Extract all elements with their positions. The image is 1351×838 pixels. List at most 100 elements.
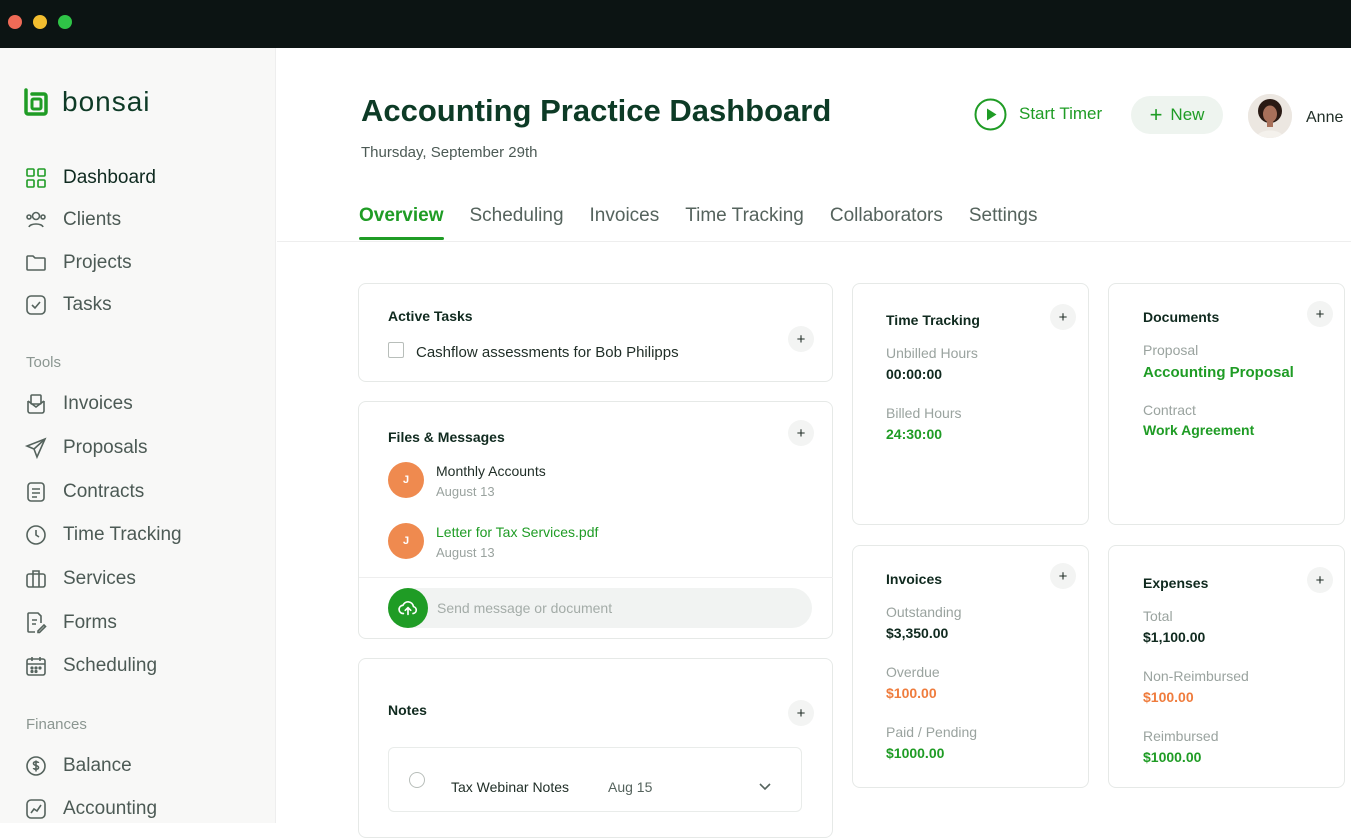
clock-icon: [26, 525, 46, 545]
tab-settings[interactable]: Settings: [969, 205, 1038, 243]
add-invoice-button[interactable]: +: [1050, 563, 1076, 589]
avatar: J: [388, 523, 424, 559]
add-expense-button[interactable]: +: [1307, 567, 1333, 593]
file-date: August 13: [436, 545, 495, 560]
card-title: Notes: [388, 702, 427, 718]
sidebar: bonsai Dashboard Clients Projects Tasks …: [0, 48, 276, 823]
contract-link[interactable]: Work Agreement: [1143, 422, 1254, 438]
note-item[interactable]: Tax Webinar Notes Aug 15: [388, 747, 802, 812]
billed-hours-label: Billed Hours: [886, 405, 962, 421]
user-photo-icon: [1248, 94, 1292, 138]
user-name[interactable]: Anne: [1306, 109, 1343, 127]
files-messages-card: Files & Messages + J Monthly Accounts Au…: [358, 401, 833, 639]
form-icon: [27, 612, 47, 634]
note-date: Aug 15: [608, 779, 653, 795]
cloud-upload-icon: [398, 601, 418, 616]
contract-label: Contract: [1143, 402, 1196, 418]
sidebar-item-balance[interactable]: Balance: [24, 752, 132, 780]
add-document-button[interactable]: +: [1307, 301, 1333, 327]
task-text[interactable]: Cashflow assessments for Bob Philipps: [416, 344, 679, 361]
sidebar-item-label: Contracts: [63, 481, 145, 502]
sidebar-item-label: Clients: [63, 209, 122, 230]
outstanding-label: Outstanding: [886, 604, 962, 620]
total-label: Total: [1143, 608, 1173, 624]
file-name[interactable]: Monthly Accounts: [436, 463, 546, 479]
play-circle-icon: [974, 98, 1007, 130]
start-timer-label: Start Timer: [1019, 104, 1103, 123]
plus-icon: +: [1058, 308, 1068, 326]
brand-name: bonsai: [62, 86, 151, 117]
sidebar-item-label: Proposals: [63, 437, 148, 458]
plus-icon: +: [796, 704, 806, 722]
tab-scheduling[interactable]: Scheduling: [470, 205, 564, 243]
tab-invoices[interactable]: Invoices: [590, 205, 660, 243]
add-time-button[interactable]: +: [1050, 304, 1076, 330]
overdue-value: $100.00: [886, 685, 937, 701]
add-note-button[interactable]: +: [788, 700, 814, 726]
sidebar-item-forms[interactable]: Forms: [24, 609, 117, 637]
sidebar-item-dashboard[interactable]: Dashboard: [24, 164, 156, 192]
sidebar-item-label: Invoices: [63, 393, 133, 414]
time-tracking-card: Time Tracking + Unbilled Hours 00:00:00 …: [852, 283, 1089, 525]
sidebar-item-label: Tasks: [63, 294, 112, 315]
proposal-link[interactable]: Accounting Proposal: [1143, 364, 1294, 381]
documents-card: Documents + Proposal Accounting Proposal…: [1108, 283, 1345, 525]
upload-button[interactable]: [388, 588, 428, 628]
maximize-window-button[interactable]: [58, 15, 72, 29]
sidebar-item-projects[interactable]: Projects: [24, 249, 132, 277]
sidebar-item-tasks[interactable]: Tasks: [24, 291, 112, 319]
card-title: Time Tracking: [886, 312, 980, 328]
proposal-label: Proposal: [1143, 342, 1199, 358]
sidebar-item-services[interactable]: Services: [24, 565, 136, 593]
new-button[interactable]: + New: [1131, 96, 1223, 134]
invoice-icon: [27, 394, 45, 414]
brand-logo[interactable]: bonsai: [22, 86, 151, 118]
task-checkbox[interactable]: [388, 342, 404, 358]
reimbursed-label: Reimbursed: [1143, 728, 1219, 744]
file-name-link[interactable]: Letter for Tax Services.pdf: [436, 524, 598, 540]
sidebar-item-invoices[interactable]: Invoices: [24, 390, 133, 418]
active-tasks-card: Active Tasks + Cashflow assessments for …: [358, 283, 833, 382]
plus-icon: +: [796, 330, 806, 348]
note-radio[interactable]: [409, 772, 425, 788]
users-icon: [26, 211, 46, 228]
unbilled-hours-value: 00:00:00: [886, 366, 943, 382]
sidebar-item-label: Forms: [63, 612, 117, 633]
sidebar-item-label: Time Tracking: [63, 524, 182, 545]
close-window-button[interactable]: [8, 15, 22, 29]
sidebar-item-proposals[interactable]: Proposals: [24, 434, 148, 462]
sidebar-item-label: Projects: [63, 252, 132, 273]
paid-pending-value: $1000.00: [886, 745, 945, 761]
sidebar-section-tools: Tools: [26, 354, 62, 371]
page-date: Thursday, September 29th: [361, 144, 538, 161]
sidebar-item-time-tracking[interactable]: Time Tracking: [24, 521, 182, 549]
billed-hours-value: 24:30:00: [886, 426, 943, 442]
sidebar-item-label: Accounting: [63, 798, 158, 819]
add-file-button[interactable]: +: [788, 420, 814, 446]
minimize-window-button[interactable]: [33, 15, 47, 29]
user-avatar[interactable]: [1248, 94, 1292, 138]
add-task-button[interactable]: +: [788, 326, 814, 352]
sidebar-item-clients[interactable]: Clients: [24, 206, 121, 234]
tab-collaborators[interactable]: Collaborators: [830, 205, 943, 243]
page-title: Accounting Practice Dashboard: [361, 93, 832, 128]
plus-icon: +: [1058, 567, 1068, 585]
sidebar-item-accounting[interactable]: Accounting: [24, 795, 157, 823]
sidebar-item-label: Services: [63, 568, 136, 589]
calendar-icon: [26, 657, 46, 676]
non-reimbursed-value: $100.00: [1143, 689, 1194, 705]
bonsai-logo-icon: [24, 88, 48, 116]
sidebar-item-label: Balance: [63, 755, 132, 776]
chevron-down-icon[interactable]: [757, 778, 773, 794]
tab-time-tracking[interactable]: Time Tracking: [685, 205, 804, 243]
note-title: Tax Webinar Notes: [451, 779, 570, 795]
sidebar-item-scheduling[interactable]: Scheduling: [24, 652, 157, 680]
sidebar-item-contracts[interactable]: Contracts: [24, 478, 144, 506]
tab-overview[interactable]: Overview: [359, 205, 444, 243]
paid-pending-label: Paid / Pending: [886, 724, 978, 740]
start-timer-button[interactable]: Start Timer: [974, 97, 1102, 131]
chart-icon: [26, 799, 46, 819]
file-date: August 13: [436, 484, 495, 499]
folder-icon: [26, 255, 46, 271]
message-input[interactable]: [388, 588, 812, 628]
